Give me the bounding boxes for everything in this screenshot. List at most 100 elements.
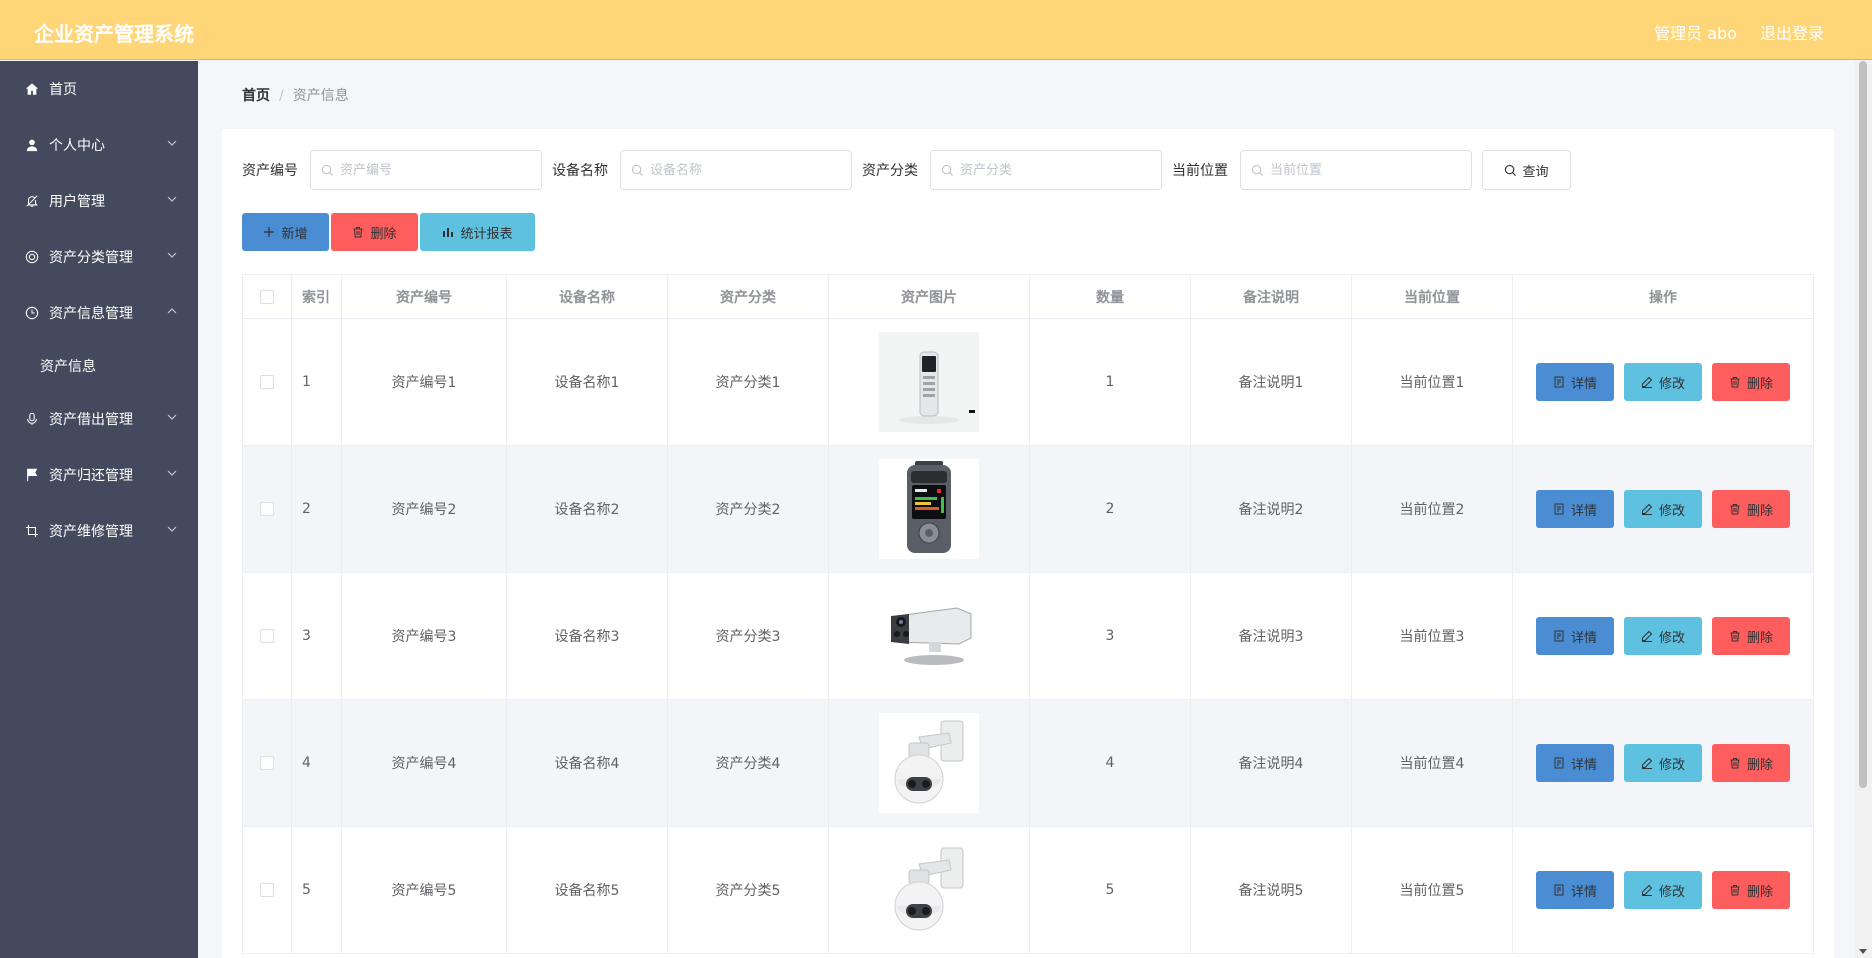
edit-label: 修改 <box>1658 884 1685 900</box>
detail-button[interactable]: 详情 <box>1536 617 1614 655</box>
sidebar-item-return-management[interactable]: 资产归还管理 <box>0 447 198 503</box>
sidebar-item-personal-center[interactable]: 个人中心 <box>0 117 198 173</box>
location-search-field[interactable] <box>1240 150 1472 190</box>
code-cell: 资产编号2 <box>342 446 507 572</box>
bar-chart-icon <box>443 228 454 237</box>
logout-link[interactable]: 退出登录 <box>1760 20 1824 44</box>
lifebuoy-icon <box>24 249 40 265</box>
scrollbar-thumb[interactable] <box>1859 61 1867 788</box>
user-icon <box>24 137 40 153</box>
document-icon <box>1554 503 1564 515</box>
location-search-input[interactable] <box>1270 162 1460 178</box>
detail-label: 详情 <box>1570 376 1597 392</box>
code-cell: 资产编号1 <box>342 319 507 445</box>
add-button[interactable]: 新增 <box>242 213 329 251</box>
detail-button[interactable]: 详情 <box>1536 871 1614 909</box>
chevron-down-icon <box>167 526 177 532</box>
scroll-down-arrow-icon[interactable] <box>1859 949 1867 954</box>
report-button[interactable]: 统计报表 <box>420 213 535 251</box>
row-checkbox[interactable] <box>260 375 274 389</box>
delete-button[interactable]: 删除 <box>1712 871 1790 909</box>
pencil-icon <box>1641 376 1653 388</box>
sidebar: 首页 个人中心 用户管理 资产分类管理 资产信息管理 资产信息 资产借出管理 资… <box>0 61 198 958</box>
sidebar-item-home[interactable]: 首页 <box>0 61 198 117</box>
detail-button[interactable]: 详情 <box>1536 744 1614 782</box>
page-scrollbar[interactable] <box>1854 61 1872 958</box>
pencil-icon <box>1641 630 1653 642</box>
delete-label: 删除 <box>1746 503 1773 519</box>
query-button[interactable]: 查询 <box>1482 150 1571 190</box>
column-header: 资产编号 <box>342 275 507 318</box>
search-icon <box>941 164 954 176</box>
sidebar-item-label: 用户管理 <box>49 194 105 210</box>
header-checkbox-cell <box>243 275 292 318</box>
sidebar-item-category-management[interactable]: 资产分类管理 <box>0 229 198 285</box>
table-row: 1 资产编号1 设备名称1 资产分类1 1 备注说明1 当前位置1 详情 修改 … <box>243 319 1813 446</box>
column-header: 设备名称 <box>507 275 668 318</box>
edit-button[interactable]: 修改 <box>1624 363 1702 401</box>
main-area: 首页 / 资产信息 资产编号 设备名称 资产分类 当前位置 <box>198 61 1854 958</box>
row-checkbox[interactable] <box>260 502 274 516</box>
sidebar-item-label: 资产借出管理 <box>49 412 133 428</box>
sidebar-item-lending-management[interactable]: 资产借出管理 <box>0 391 198 447</box>
row-checkbox[interactable] <box>260 629 274 643</box>
detail-button[interactable]: 详情 <box>1536 490 1614 528</box>
name-search-field[interactable] <box>620 150 852 190</box>
sidebar-item-repair-management[interactable]: 资产维修管理 <box>0 503 198 559</box>
dome-camera-image <box>879 713 979 813</box>
image-cell <box>829 827 1030 953</box>
search-bar: 资产编号 设备名称 资产分类 当前位置 查询 <box>242 150 1571 190</box>
column-header: 资产图片 <box>829 275 1030 318</box>
sidebar-item-asset-info-management[interactable]: 资产信息管理 <box>0 285 198 341</box>
code-search-input[interactable] <box>340 162 530 178</box>
app-title: 企业资产管理系统 <box>34 22 194 46</box>
delete-button[interactable]: 删除 <box>1712 617 1790 655</box>
select-all-checkbox[interactable] <box>260 289 274 304</box>
delete-button[interactable]: 删除 <box>1712 744 1790 782</box>
index-cell: 4 <box>292 700 342 826</box>
breadcrumb-home[interactable]: 首页 <box>242 88 270 104</box>
row-checkbox-cell <box>243 827 292 953</box>
category-search-input[interactable] <box>960 162 1150 178</box>
edit-button[interactable]: 修改 <box>1624 744 1702 782</box>
ops-cell: 详情 修改 删除 <box>1513 573 1813 699</box>
content-panel: 资产编号 设备名称 资产分类 当前位置 查询 <box>222 129 1834 958</box>
delete-button[interactable]: 删除 <box>1712 490 1790 528</box>
code-search-field[interactable] <box>310 150 542 190</box>
image-cell <box>829 700 1030 826</box>
pencil-icon <box>1641 884 1653 896</box>
plus-icon <box>264 227 275 237</box>
digital-recorder-image <box>879 459 979 559</box>
category-cell: 资产分类4 <box>668 700 829 826</box>
sidebar-subitem-asset-info[interactable]: 资产信息 <box>0 341 198 391</box>
category-search-field[interactable] <box>930 150 1162 190</box>
name-search-input[interactable] <box>650 162 840 178</box>
code-cell: 资产编号5 <box>342 827 507 953</box>
index-cell: 1 <box>292 319 342 445</box>
sidebar-item-label: 资产归还管理 <box>49 468 133 484</box>
home-icon <box>24 81 40 97</box>
location-cell: 当前位置5 <box>1352 827 1513 953</box>
edit-button[interactable]: 修改 <box>1624 490 1702 528</box>
edit-button[interactable]: 修改 <box>1624 871 1702 909</box>
document-icon <box>1554 884 1564 896</box>
delete-button[interactable]: 删除 <box>1712 363 1790 401</box>
detail-button[interactable]: 详情 <box>1536 363 1614 401</box>
sidebar-item-user-management[interactable]: 用户管理 <box>0 173 198 229</box>
document-icon <box>1554 630 1564 642</box>
column-header: 备注说明 <box>1191 275 1352 318</box>
top-header: 企业资产管理系统 管理员 abo 退出登录 <box>0 0 1872 60</box>
image-cell <box>829 573 1030 699</box>
sidebar-item-label: 资产分类管理 <box>49 250 133 266</box>
index-cell: 5 <box>292 827 342 953</box>
row-checkbox[interactable] <box>260 756 274 770</box>
edit-label: 修改 <box>1658 757 1685 773</box>
current-user: 管理员 abo <box>1654 24 1737 43</box>
image-cell <box>829 446 1030 572</box>
add-label: 新增 <box>281 226 308 242</box>
row-checkbox[interactable] <box>260 883 274 897</box>
image-cell <box>829 319 1030 445</box>
batch-delete-button[interactable]: 删除 <box>331 213 418 251</box>
detail-label: 详情 <box>1570 884 1597 900</box>
edit-button[interactable]: 修改 <box>1624 617 1702 655</box>
